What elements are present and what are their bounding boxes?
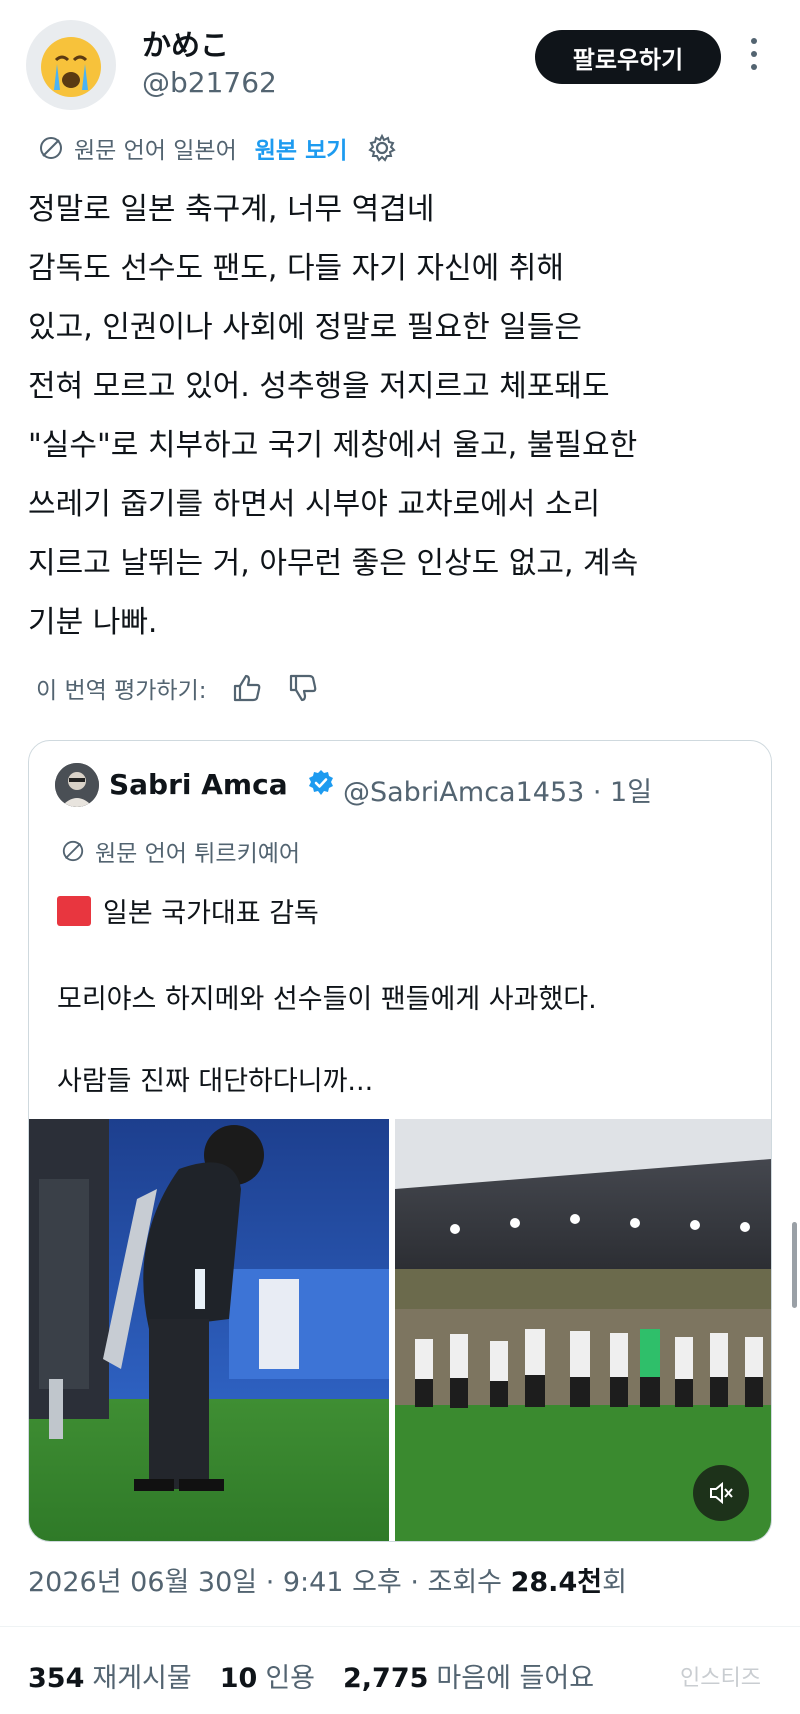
scrollbar[interactable] <box>792 1222 797 1308</box>
reposts-stat[interactable]: 354 재게시물 <box>28 1656 192 1695</box>
view-count-suffix: 회 <box>602 1567 627 1598</box>
red-square-icon <box>57 896 91 926</box>
watermark: 인스티즈 <box>680 1666 761 1691</box>
tweet-text-line: 정말로 일본 축구계, 너무 역겹네 <box>28 192 435 227</box>
tweet-text-line: 기분 나빠. <box>28 605 158 640</box>
crying-face-emoji-icon <box>41 37 101 97</box>
thumbs-up-icon[interactable] <box>231 672 263 704</box>
translate-globe-icon <box>40 137 62 159</box>
quoted-avatar[interactable] <box>55 763 99 807</box>
photo-image <box>29 1119 389 1541</box>
speaker-muted-icon <box>710 1481 733 1505</box>
verified-badge-icon <box>309 770 333 795</box>
avatar[interactable] <box>26 20 116 110</box>
divider <box>0 1626 800 1627</box>
video-players-bowing[interactable] <box>395 1119 771 1541</box>
tweet-text-line: 있고, 인권이나 사회에 정말로 필요한 일들은 <box>28 310 583 345</box>
person-avatar-icon <box>55 763 99 807</box>
rate-translation-row: 이 번역 평가하기: <box>36 668 319 708</box>
likes-stat[interactable]: 2,775 마음에 들어요 <box>343 1656 594 1695</box>
translation-label: 원문 언어 일본어 <box>74 138 237 164</box>
quoted-translation-row: 원문 언어 튀르키예어 <box>61 833 300 869</box>
mute-button[interactable] <box>693 1465 749 1521</box>
quoted-text-line-3: 사람들 진짜 대단하다니까... <box>57 1066 374 1097</box>
tweet-text-line: 쓰레기 줍기를 하면서 시부야 교차로에서 소리 <box>28 487 601 522</box>
tweet-text: 정말로 일본 축구계, 너무 역겹네 감독도 선수도 팬도, 다들 자기 자신에… <box>28 180 778 652</box>
quoted-author-name[interactable]: Sabri Amca <box>109 768 288 801</box>
tweet-text-line: 지르고 날뛰는 거, 아무런 좋은 인상도 없고, 계속 <box>28 546 639 581</box>
more-options-icon[interactable] <box>748 38 760 78</box>
engagement-stats: 354 재게시물 10 인용 2,775 마음에 들어요 <box>28 1656 622 1695</box>
rate-translation-label: 이 번역 평가하기: <box>36 678 207 704</box>
quoted-handle-time: @SabriAmca1453 · 1일 <box>343 777 653 808</box>
quoted-tweet-card[interactable]: Sabri Amca @SabriAmca1453 · 1일 원문 언어 튀르키… <box>28 740 772 1542</box>
view-count[interactable]: 28.4천 <box>511 1567 602 1598</box>
tweet-text-line: "실수"로 치부하고 국기 제창에서 울고, 불필요한 <box>28 428 638 463</box>
translate-globe-icon <box>62 840 84 862</box>
show-original-link[interactable]: 원본 보기 <box>255 131 348 165</box>
quoted-translation-label: 원문 언어 튀르키예어 <box>95 841 301 867</box>
follow-button[interactable]: 팔로우하기 <box>535 30 721 84</box>
author-handle[interactable]: @b21762 <box>142 66 277 99</box>
quoted-text-line-1: 일본 국가대표 감독 <box>57 891 319 930</box>
tweet-meta: 2026년 06월 30일 · 9:41 오후 · 조회수 28.4천회 <box>28 1560 627 1599</box>
thumbs-down-icon[interactable] <box>287 672 319 704</box>
photo-coach-bowing[interactable] <box>29 1119 389 1541</box>
tweet-date-time: 2026년 06월 30일 · 9:41 오후 · 조회수 <box>28 1567 511 1598</box>
tweet-text-line: 전혀 모르고 있어. 성추행을 저지르고 체포돼도 <box>28 369 610 404</box>
gear-icon[interactable] <box>367 133 397 163</box>
quotes-stat[interactable]: 10 인용 <box>220 1656 315 1695</box>
author-display-name[interactable]: かめこ <box>142 22 229 64</box>
translation-row: 원문 언어 일본어 원본 보기 <box>38 128 397 168</box>
quoted-text-line-2: 모리야스 하지메와 선수들이 팬들에게 사과했다. <box>57 984 597 1015</box>
tweet-text-line: 감독도 선수도 팬도, 다들 자기 자신에 취해 <box>28 251 564 286</box>
